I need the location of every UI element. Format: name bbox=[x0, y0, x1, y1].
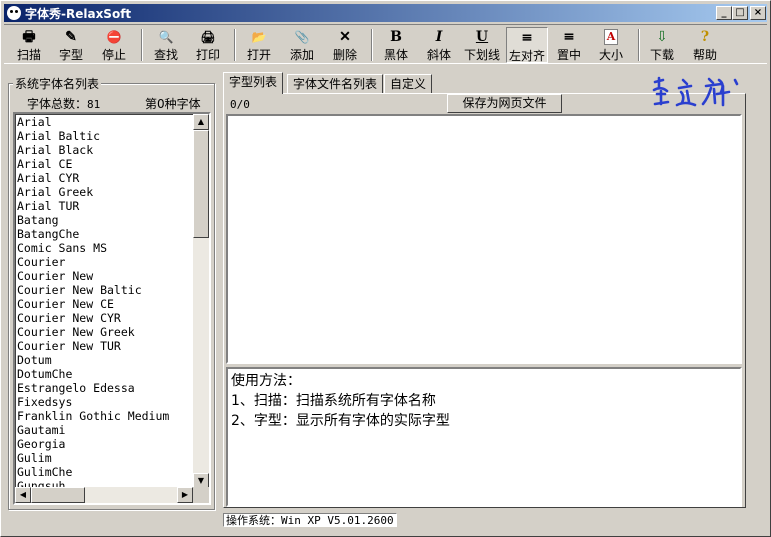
font-list-item[interactable]: Arial bbox=[17, 115, 197, 129]
font-list-item[interactable]: DotumChe bbox=[17, 367, 197, 381]
current-font-index: 第0种字体 bbox=[145, 97, 201, 111]
font-list-item[interactable]: Courier New Greek bbox=[17, 325, 197, 339]
scrollbar-corner bbox=[193, 487, 209, 503]
font-size-button[interactable]: A 大小 bbox=[594, 27, 628, 63]
font-preview-area[interactable] bbox=[226, 114, 742, 364]
scroll-right-icon[interactable]: ▶ bbox=[177, 487, 193, 503]
underline-icon: U bbox=[475, 29, 489, 45]
font-list-item[interactable]: Arial CYR bbox=[17, 171, 197, 185]
font-list-item[interactable]: Arial CE bbox=[17, 157, 197, 171]
font-list[interactable]: Arial Arial Baltic Arial Black Arial CE Aria… bbox=[17, 115, 197, 493]
delete-x-icon: ✕ bbox=[339, 29, 351, 45]
main-window: 字体秀-RelaxSoft _ □ × 🖶 扫描 ✎ 字型 ⛔ 停止 🔍 查找 … bbox=[0, 0, 771, 537]
font-list-item[interactable]: Estrangelo Edessa bbox=[17, 381, 197, 395]
usage-line: 1、扫描：扫描系统所有字体名称 bbox=[231, 393, 436, 409]
italic-button[interactable]: I 斜体 bbox=[422, 27, 456, 63]
toolbar-separator bbox=[234, 29, 236, 61]
font-list-item[interactable]: Arial Greek bbox=[17, 185, 197, 199]
font-list-item[interactable]: GulimChe bbox=[17, 465, 197, 479]
window-title: 字体秀-RelaxSoft bbox=[25, 7, 132, 21]
maximize-button[interactable]: □ bbox=[732, 6, 748, 20]
font-list-group-title: 系统字体名列表 bbox=[13, 75, 102, 92]
font-count-value: 81 bbox=[87, 98, 101, 111]
font-list-item[interactable]: Arial Black bbox=[17, 143, 197, 157]
font-list-item[interactable]: Comic Sans MS bbox=[17, 241, 197, 255]
font-list-item[interactable]: Georgia bbox=[17, 437, 197, 451]
scanner-icon: 🖶 bbox=[22, 29, 36, 45]
font-list-item[interactable]: Courier New CE bbox=[17, 297, 197, 311]
vertical-scrollbar[interactable]: ▲ ▼ bbox=[193, 114, 209, 489]
vertical-scroll-thumb[interactable] bbox=[193, 130, 209, 238]
scroll-left-icon[interactable]: ◀ bbox=[15, 487, 31, 503]
font-list-item[interactable]: Franklin Gothic Medium bbox=[17, 409, 197, 423]
usage-line: 2、字型：显示所有字体的实际字型 bbox=[231, 413, 450, 429]
usage-heading: 使用方法： bbox=[231, 373, 301, 389]
font-list-item[interactable]: Courier New CYR bbox=[17, 311, 197, 325]
font-list-item[interactable]: Gulim bbox=[17, 451, 197, 465]
open-button[interactable]: 📂 打开 bbox=[242, 27, 276, 63]
font-list-item[interactable]: Dotum bbox=[17, 353, 197, 367]
toolbar-separator bbox=[141, 29, 143, 61]
toolbar-separator bbox=[638, 29, 640, 61]
tab-font-list[interactable]: 字型列表 bbox=[223, 72, 284, 94]
font-list-item[interactable]: Courier New bbox=[17, 269, 197, 283]
font-list-item[interactable]: Arial Baltic bbox=[17, 129, 197, 143]
horizontal-scroll-thumb[interactable] bbox=[31, 487, 85, 503]
font-list-item[interactable]: Batang bbox=[17, 213, 197, 227]
minimize-button[interactable]: _ bbox=[716, 6, 732, 20]
align-left-icon: ≡ bbox=[521, 30, 533, 46]
print-button[interactable]: 🖨 打印 bbox=[191, 27, 225, 63]
align-center-button[interactable]: ≡ 置中 bbox=[552, 27, 586, 63]
font-size-icon: A bbox=[604, 29, 618, 45]
horizontal-scrollbar[interactable]: ◀ ▶ bbox=[15, 487, 193, 503]
open-folder-icon: 📂 bbox=[251, 30, 267, 44]
stop-sign-icon: ⛔ bbox=[106, 30, 122, 44]
font-list-item[interactable]: Gautami bbox=[17, 423, 197, 437]
bold-button[interactable]: B 黑体 bbox=[379, 27, 413, 63]
font-list-item[interactable]: BatangChe bbox=[17, 227, 197, 241]
stop-button[interactable]: ⛔ 停止 bbox=[97, 27, 131, 63]
printer-icon: 🖨 bbox=[200, 30, 216, 44]
add-button[interactable]: 📎 添加 bbox=[285, 27, 319, 63]
find-button[interactable]: 🔍 查找 bbox=[149, 27, 183, 63]
scroll-up-icon[interactable]: ▲ bbox=[193, 114, 209, 130]
font-type-icon: ✎ bbox=[65, 29, 77, 45]
download-button[interactable]: ⇩ 下载 bbox=[645, 27, 679, 63]
toolbar: 🖶 扫描 ✎ 字型 ⛔ 停止 🔍 查找 🖨 打印 📂 打开 📎 添加 ✕ 删除 … bbox=[4, 24, 767, 64]
title-bar[interactable]: 字体秀-RelaxSoft _ □ × bbox=[4, 4, 767, 22]
close-button[interactable]: × bbox=[750, 6, 766, 20]
usage-instructions[interactable]: 使用方法： 1、扫描：扫描系统所有字体名称 2、字型：显示所有字体的实际字型 bbox=[226, 367, 742, 507]
help-button[interactable]: ? 帮助 bbox=[688, 27, 722, 63]
page-counter: 0/0 bbox=[230, 98, 250, 111]
underline-button[interactable]: U 下划线 bbox=[462, 27, 502, 63]
find-icon: 🔍 bbox=[158, 30, 174, 44]
tab-custom[interactable]: 自定义 bbox=[384, 74, 433, 93]
font-list-item[interactable]: Courier bbox=[17, 255, 197, 269]
align-left-button[interactable]: ≡ 左对齐 bbox=[506, 27, 548, 63]
align-center-icon: ≡ bbox=[563, 29, 575, 45]
bold-icon: B bbox=[390, 29, 402, 45]
scan-button[interactable]: 🖶 扫描 bbox=[12, 27, 46, 63]
font-list-item[interactable]: Courier New Baltic bbox=[17, 283, 197, 297]
font-type-button[interactable]: ✎ 字型 bbox=[54, 27, 88, 63]
tab-font-file-list[interactable]: 字体文件名列表 bbox=[287, 74, 384, 93]
toolbar-separator bbox=[371, 29, 373, 61]
delete-button[interactable]: ✕ 删除 bbox=[328, 27, 362, 63]
help-icon: ? bbox=[700, 29, 710, 45]
app-logo-icon[interactable] bbox=[7, 6, 21, 20]
font-listbox[interactable]: Arial Arial Baltic Arial Black Arial CE Aria… bbox=[13, 112, 211, 505]
download-icon: ⇩ bbox=[656, 29, 668, 45]
font-list-item[interactable]: Fixedsys bbox=[17, 395, 197, 409]
font-count-label: 字体总数：81 bbox=[27, 97, 101, 111]
paperclip-icon: 📎 bbox=[294, 30, 310, 44]
font-list-item[interactable]: Courier New TUR bbox=[17, 339, 197, 353]
os-status: 操作系统：Win XP V5.01.2600 bbox=[223, 513, 397, 527]
font-list-item[interactable]: Arial TUR bbox=[17, 199, 197, 213]
author-signature-logo bbox=[652, 76, 739, 107]
save-as-webpage-button[interactable]: 保存为网页文件 bbox=[447, 94, 562, 113]
italic-icon: I bbox=[435, 29, 443, 45]
